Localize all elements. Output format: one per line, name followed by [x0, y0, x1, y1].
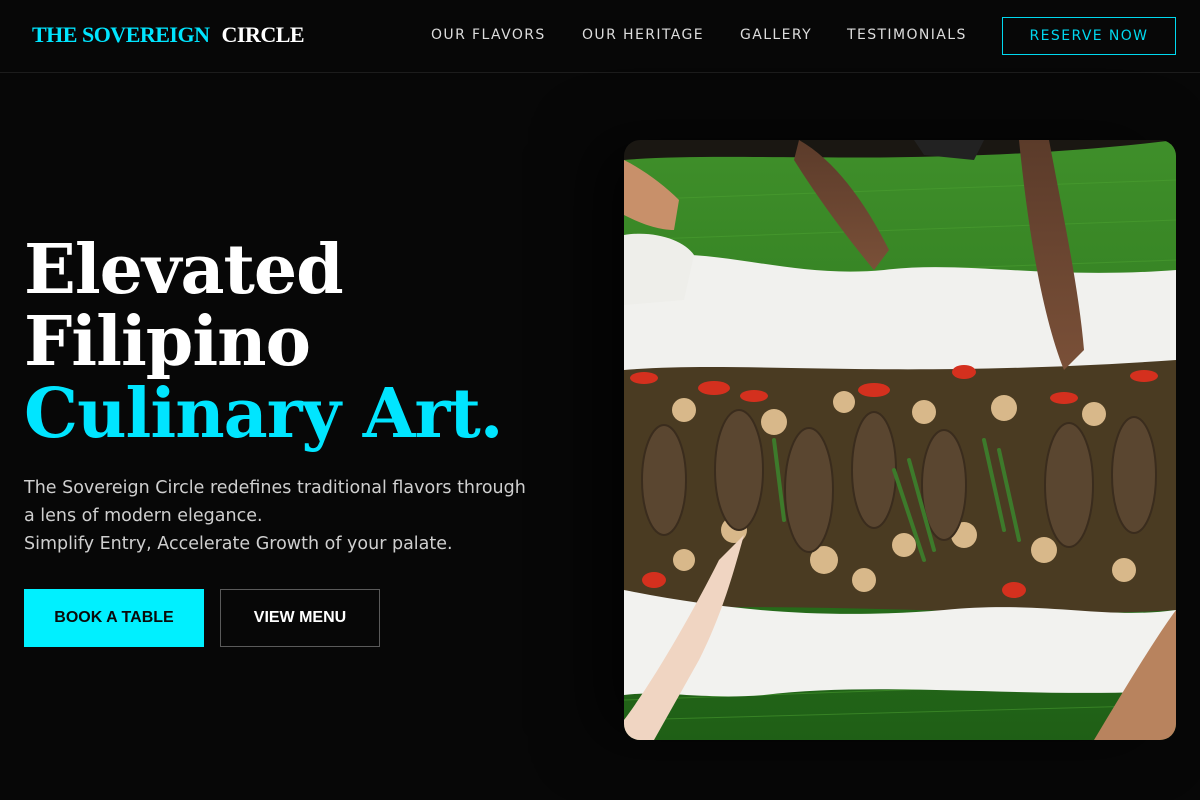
site-header: THE SOVEREIGN CIRCLE OUR FLAVORS OUR HERI… — [0, 0, 1200, 73]
nav-link-gallery[interactable]: GALLERY — [740, 27, 812, 43]
view-menu-button[interactable]: VIEW MENU — [220, 589, 380, 647]
headline-line-3: Culinary Art. — [24, 374, 503, 454]
nav-link-testimonials[interactable]: TESTIMONIALS — [847, 27, 967, 43]
headline-line-1: Elevated — [24, 230, 344, 310]
book-a-table-button[interactable]: BOOK A TABLE — [24, 589, 204, 647]
nav-link-our-heritage[interactable]: OUR HERITAGE — [582, 27, 704, 43]
description-line-1: The Sovereign Circle redefines tradition… — [24, 478, 526, 498]
description-line-2: a lens of modern elegance. — [24, 506, 263, 526]
headline-line-2: Filipino — [24, 302, 311, 382]
hero-food-image — [624, 140, 1176, 740]
hero-headline: Elevated Filipino Culinary Art. — [24, 230, 503, 454]
reserve-now-button[interactable]: RESERVE NOW — [1002, 17, 1176, 55]
hero-description: The Sovereign Circle redefines tradition… — [24, 474, 554, 558]
description-line-3: Simplify Entry, Accelerate Growth of you… — [24, 534, 453, 554]
boodle-feast-illustration — [624, 140, 1176, 740]
nav-link-our-flavors[interactable]: OUR FLAVORS — [431, 27, 546, 43]
